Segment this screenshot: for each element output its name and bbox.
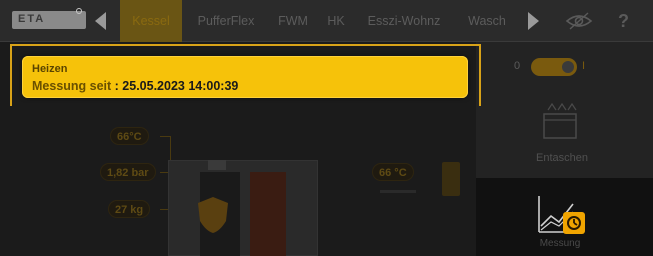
- toggle-on-label: I: [582, 60, 586, 72]
- tab-esszi-wohnz[interactable]: Esszi-Wohnz: [358, 0, 450, 42]
- top-navigation-bar: ETA Kessel PufferFlex FWM HK Esszi-Wohnz…: [0, 0, 653, 42]
- measurement-chart-icon[interactable]: [535, 192, 587, 238]
- boiler-graphic: [168, 160, 318, 256]
- storage-tank-graphic: [442, 162, 460, 196]
- power-toggle[interactable]: [531, 58, 577, 76]
- logo-dot: [76, 8, 82, 14]
- triangle-right-icon[interactable]: [528, 12, 539, 30]
- tab-kessel[interactable]: Kessel: [120, 0, 182, 42]
- tab-wasch[interactable]: Wasch: [454, 0, 520, 42]
- eta-logo: ETA: [12, 8, 86, 29]
- reading-temp-right: 66 °C: [372, 163, 414, 181]
- eye-icon[interactable]: [565, 10, 593, 32]
- boiler-fire-chamber: [250, 172, 286, 256]
- toggle-off-label: 0: [514, 60, 521, 72]
- reading-weight: 27 kg: [108, 200, 151, 218]
- connector-line: [160, 136, 170, 137]
- banner-measurement-prefix: Messung seit: [32, 79, 115, 93]
- measurement-banner: Heizen Messung seit : 25.05.2023 14:00:3…: [22, 56, 468, 98]
- entaschen-label[interactable]: Entaschen: [512, 152, 612, 164]
- banner-measurement-timestamp: : 25.05.2023 14:00:39: [114, 79, 239, 93]
- banner-status-text: Heizen: [32, 63, 68, 75]
- entaschen-icon[interactable]: [540, 98, 580, 142]
- logo-text: ETA: [18, 13, 46, 25]
- toggle-knob: [562, 61, 574, 73]
- messung-label[interactable]: Messung: [510, 238, 610, 249]
- tab-pufferflex[interactable]: PufferFlex: [186, 0, 266, 42]
- boiler-top: [208, 160, 226, 170]
- tab-hk[interactable]: HK: [320, 0, 352, 42]
- reading-pressure: 1,82 bar: [100, 163, 156, 181]
- tab-fwm[interactable]: FWM: [270, 0, 316, 42]
- temp-indicator-bar: [380, 190, 416, 193]
- triangle-left-icon[interactable]: [95, 12, 106, 30]
- reading-temp-top: 66°C: [110, 127, 149, 145]
- help-icon[interactable]: ?: [618, 11, 629, 32]
- shield-icon: [198, 197, 228, 233]
- banner-measurement-since: Messung seit : 25.05.2023 14:00:39: [32, 79, 238, 93]
